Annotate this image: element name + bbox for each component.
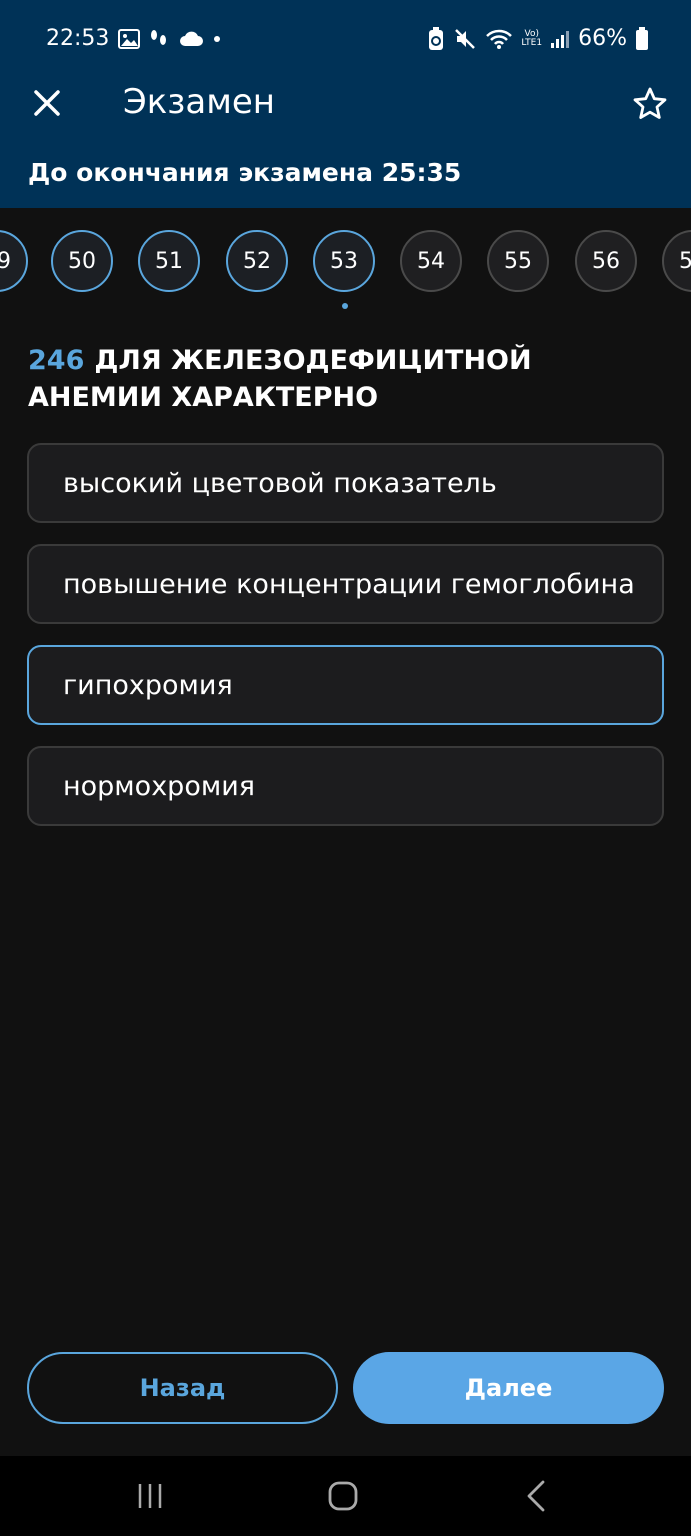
cloud-icon xyxy=(180,31,203,46)
question-number-54[interactable]: 54 xyxy=(400,230,462,292)
battery-percent: 66% xyxy=(578,26,627,51)
app-bar: Экзамен До окончания экзамена 25:35 xyxy=(0,80,691,208)
exam-timer: До окончания экзамена 25:35 xyxy=(28,158,462,187)
star-outline-icon[interactable] xyxy=(632,86,668,122)
status-bar: 22:53 Vo) LTE1 66% xyxy=(0,0,691,80)
answer-option-4[interactable]: нормохромия xyxy=(27,746,664,826)
question-number-partial-left[interactable]: 49 xyxy=(0,230,28,292)
question-number: 246 xyxy=(28,345,85,376)
question-number-strip[interactable]: 49 50 51 52 53 54 55 56 57 xyxy=(0,208,691,312)
question-number-55[interactable]: 55 xyxy=(487,230,549,292)
battery-saver-icon xyxy=(429,26,444,50)
question-text: 246 ДЛЯ ЖЕЛЕЗОДЕФИЦИТНОЙ АНЕМИИ ХАРАКТЕРН… xyxy=(28,342,658,416)
exam-screen: 22:53 Vo) LTE1 66% Экзамен До окончания … xyxy=(0,0,691,1536)
mute-icon xyxy=(455,28,476,49)
question-number-partial-right[interactable]: 57 xyxy=(662,230,691,292)
wifi-icon xyxy=(486,29,513,49)
dot-icon xyxy=(214,36,220,42)
current-question-indicator xyxy=(342,303,348,309)
status-time: 22:53 xyxy=(46,26,110,51)
answer-option-2[interactable]: повышение концентрации гемоглобина xyxy=(27,544,664,624)
home-icon[interactable] xyxy=(323,1476,363,1516)
question-number-50[interactable]: 50 xyxy=(51,230,113,292)
close-icon[interactable] xyxy=(30,86,64,120)
signal-icon xyxy=(551,30,570,48)
answer-option-3-selected[interactable]: гипохромия xyxy=(27,645,664,725)
lte-label-bottom: LTE1 xyxy=(521,37,543,48)
question-number-56[interactable]: 56 xyxy=(575,230,637,292)
back-button[interactable]: Назад xyxy=(27,1352,338,1424)
lte-icon: Vo) LTE1 xyxy=(521,29,543,48)
answer-label: высокий цветовой показатель xyxy=(63,467,497,499)
gallery-icon xyxy=(118,29,140,49)
page-title: Экзамен xyxy=(123,82,275,122)
question-body: ДЛЯ ЖЕЛЕЗОДЕФИЦИТНОЙ АНЕМИИ ХАРАКТЕРНО xyxy=(28,345,532,413)
steps-icon xyxy=(151,30,166,45)
question-number-52[interactable]: 52 xyxy=(226,230,288,292)
back-nav-icon[interactable] xyxy=(517,1476,557,1516)
answer-label: гипохромия xyxy=(63,669,233,701)
answer-label: нормохромия xyxy=(63,770,255,802)
question-number-53-current[interactable]: 53 xyxy=(313,230,375,292)
status-left-icons xyxy=(118,28,222,50)
next-button[interactable]: Далее xyxy=(353,1352,664,1424)
status-right-icons: Vo) LTE1 66% xyxy=(427,26,649,51)
system-navigation-bar xyxy=(0,1456,691,1536)
answer-label: повышение концентрации гемоглобина xyxy=(63,568,635,600)
battery-icon xyxy=(636,26,648,50)
answer-option-1[interactable]: высокий цветовой показатель xyxy=(27,443,664,523)
recent-apps-icon[interactable] xyxy=(130,1476,170,1516)
question-number-51[interactable]: 51 xyxy=(138,230,200,292)
